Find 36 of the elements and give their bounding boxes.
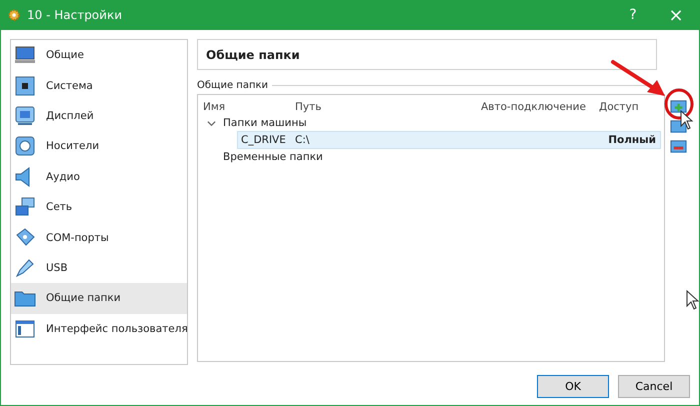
- table-cell-text: C_DRIVE: [240, 134, 287, 146]
- sidebar-item[interactable]: COM-порты: [11, 222, 187, 253]
- tree-group[interactable]: Временные папки: [223, 151, 323, 163]
- sidebar-item[interactable]: Аудио: [11, 162, 187, 192]
- window-icon: [14, 318, 36, 340]
- sidebar-item[interactable]: Общие: [11, 40, 187, 70]
- network-icon: [14, 196, 36, 218]
- chip-icon: [14, 74, 36, 97]
- column-header[interactable]: Путь: [295, 101, 481, 113]
- table-cell-text: C:\: [295, 134, 310, 146]
- gear-icon: [7, 8, 21, 22]
- sidebar-item[interactable]: Система: [11, 70, 187, 101]
- group-label: Общие папки: [197, 80, 268, 91]
- add-folder-icon[interactable]: [670, 98, 687, 115]
- highlight-circle: [664, 88, 694, 120]
- sidebar-item[interactable]: Дисплей: [11, 100, 187, 132]
- column-header[interactable]: Доступ: [599, 101, 639, 113]
- remove-folder-icon[interactable]: [670, 138, 687, 155]
- window-title: 10 - Настройки: [27, 8, 122, 22]
- sidebar-item[interactable]: Сеть: [11, 192, 187, 222]
- chevron-icon[interactable]: [206, 118, 216, 128]
- table-cell-text: Полный: [608, 134, 657, 146]
- sidebar-item[interactable]: Интерфейс пользователя: [11, 314, 187, 344]
- column-header[interactable]: Имя: [201, 101, 295, 113]
- column-header[interactable]: Авто-подключение: [481, 101, 599, 113]
- page-title: Общие папки: [206, 48, 300, 62]
- folder-row[interactable]: C_DRIVE C:\ Полный: [237, 131, 661, 149]
- tree-group[interactable]: Папки машины: [223, 117, 307, 129]
- cursor-icon: [680, 110, 694, 130]
- usb-icon: [14, 256, 36, 279]
- sidebar-item[interactable]: Общие папки: [11, 283, 187, 314]
- cancel-button[interactable]: Cancel: [618, 375, 690, 398]
- display-icon: [14, 104, 36, 127]
- sidebar-item[interactable]: Носители: [11, 131, 187, 162]
- ok-button[interactable]: OK: [537, 375, 609, 398]
- sidebar-item[interactable]: USB: [11, 252, 187, 284]
